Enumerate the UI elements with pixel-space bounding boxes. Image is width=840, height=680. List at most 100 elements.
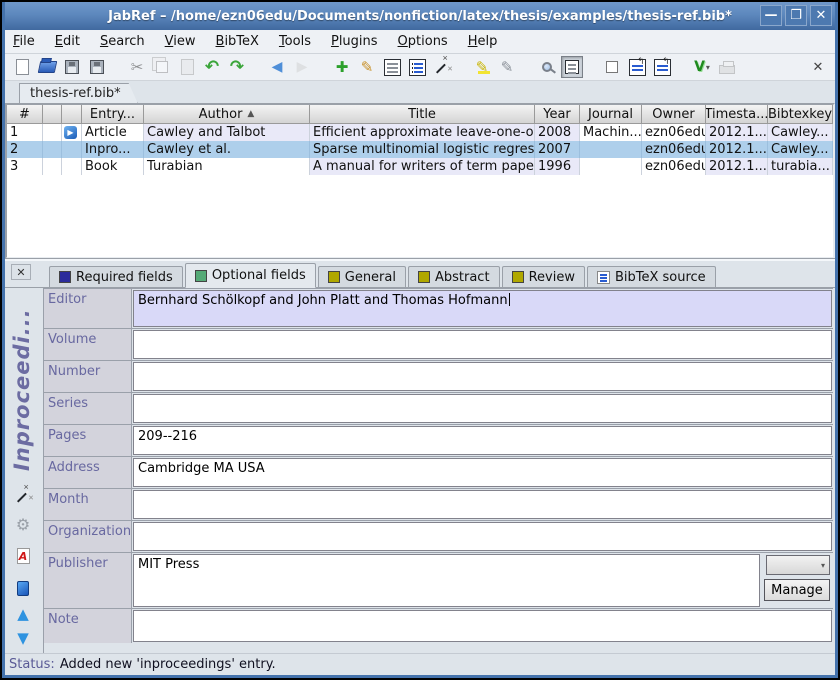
editor-field[interactable]: Bernhard Schölkopf and John Platt and Th… [133,290,832,327]
publisher-field[interactable]: MIT Press [133,554,760,607]
pages-field[interactable]: 209--216 [133,426,832,455]
pdf-icon[interactable]: A [13,546,33,566]
field-label-number: Number [44,361,132,392]
status-bar: Status: Added new 'inproceedings' entry. [5,653,835,675]
generate-key-wand-icon[interactable] [13,486,33,506]
close-entry-editor-icon[interactable]: ✕ [11,264,31,280]
menu-help[interactable]: Help [468,34,498,49]
save-database-icon[interactable] [61,56,83,78]
dropdown-arrow-icon: ▾ [706,63,710,72]
col-entrytype[interactable]: Entry... [82,105,144,124]
volume-field[interactable] [133,330,832,359]
undo-icon[interactable]: ↶ [201,56,223,78]
toggle-preview-icon[interactable] [381,56,403,78]
entry-editor-tabs: Required fields Optional fields General … [5,261,835,288]
redo-icon[interactable]: ↷ [226,56,248,78]
tab-required-fields[interactable]: Required fields [49,266,183,287]
menu-options[interactable]: Options [398,34,448,49]
col-marker[interactable] [43,105,62,124]
push-to-editor-icon[interactable] [626,56,648,78]
menu-plugins[interactable]: Plugins [331,34,378,49]
table-empty-area[interactable] [7,175,833,257]
publisher-dropdown[interactable]: ▾ [766,555,830,575]
autogenerate-keys-icon[interactable] [431,56,453,78]
cell-timestamp: 2012.1... [706,124,768,141]
next-entry-icon[interactable]: ▼ [13,628,33,648]
toolbar: ✂ ↶ ↷ ◀ ▶ ✚ ✎ ✎ ✎ V▾ ✕ [5,54,835,81]
copy-icon [151,56,173,78]
tab-abstract[interactable]: Abstract [408,266,500,287]
col-year[interactable]: Year [535,105,580,124]
cell-bibtexkey: Cawley... [768,124,833,141]
col-num[interactable]: # [7,105,43,124]
table-header: # Entry... Author▲ Title Year Journal Ow… [7,105,833,124]
cell-num: 2 [7,141,43,158]
col-title[interactable]: Title [310,105,535,124]
menu-edit[interactable]: Edit [55,34,80,49]
toggle-search-panel-icon[interactable] [561,56,583,78]
file-tab[interactable]: thesis-ref.bib* [19,83,138,103]
field-label-month: Month [44,489,132,520]
col-bibtexkey[interactable]: Bibtexkey [768,105,833,124]
toggle-groups-icon[interactable] [406,56,428,78]
cut-icon: ✂ [126,56,148,78]
series-field[interactable] [133,394,832,423]
col-owner[interactable]: Owner [642,105,706,124]
search-icon[interactable] [536,56,558,78]
status-message: Added new 'inproceedings' entry. [60,657,276,672]
text-caret [509,293,510,306]
menu-tools[interactable]: Tools [279,34,311,49]
tab-review[interactable]: Review [502,266,585,287]
field-label-editor: Editor [44,289,132,328]
number-field[interactable] [133,362,832,391]
tab-bibtex-source[interactable]: BibTeX source [587,266,716,287]
general-color-icon [328,271,340,283]
cell-entrytype: Inpro... [82,141,144,158]
prev-entry-icon[interactable]: ▲ [13,604,33,624]
new-subdatabase-icon[interactable] [601,56,623,78]
new-entry-icon[interactable]: ✚ [331,56,353,78]
field-label-volume: Volume [44,329,132,360]
abstract-color-icon [418,271,430,283]
fetch-from-web-icon[interactable] [651,56,673,78]
col-author[interactable]: Author▲ [144,105,310,124]
field-label-note: Note [44,609,132,643]
cell-year: 2008 [535,124,580,141]
tab-general[interactable]: General [318,266,406,287]
organization-field[interactable] [133,522,832,551]
menu-search[interactable]: Search [100,34,145,49]
menu-bibtex[interactable]: BibTeX [216,34,259,49]
month-field[interactable] [133,490,832,519]
table-row[interactable]: 3 Book Turabian A manual for writers of … [7,158,833,175]
col-timestamp[interactable]: Timesta... [706,105,768,124]
table-row-selected[interactable]: 2 Inpro... Cawley et al. Sparse multinom… [7,141,833,158]
close-database-icon[interactable]: ✕ [807,56,829,78]
file-page-icon[interactable] [13,578,33,598]
address-field[interactable]: Cambridge MA USA [133,458,832,487]
push-to-application-icon[interactable]: V▾ [691,56,713,78]
title-bar[interactable]: JabRef – /home/ezn06edu/Documents/nonfic… [5,2,835,30]
print-icon [716,56,738,78]
edit-entry-icon[interactable]: ✎ [356,56,378,78]
cell-num: 3 [7,158,43,175]
mark-entries-icon[interactable]: ✎ [471,56,493,78]
col-journal[interactable]: Journal [580,105,642,124]
menu-file[interactable]: File [13,34,35,49]
open-database-icon[interactable] [36,56,58,78]
minimize-icon[interactable]: — [760,5,782,26]
new-database-icon[interactable] [11,56,33,78]
maximize-icon[interactable]: ❐ [785,5,807,26]
external-link-icon[interactable]: ▶ [64,126,77,139]
manage-button[interactable]: Manage [764,579,830,601]
table-row[interactable]: 1 ▶ Article Cawley and Talbot Efficient … [7,124,833,141]
tab-optional-fields[interactable]: Optional fields [185,263,316,288]
close-icon[interactable]: ✕ [810,5,832,26]
unmark-entries-icon[interactable]: ✎ [496,56,518,78]
menu-view[interactable]: View [165,34,196,49]
col-file[interactable] [62,105,82,124]
note-field[interactable] [133,610,832,642]
back-icon[interactable]: ◀ [266,56,288,78]
save-all-databases-icon[interactable] [86,56,108,78]
cell-title: Efficient approximate leave-one-out... [310,124,535,141]
gear-icon: ⚙ [13,514,33,534]
